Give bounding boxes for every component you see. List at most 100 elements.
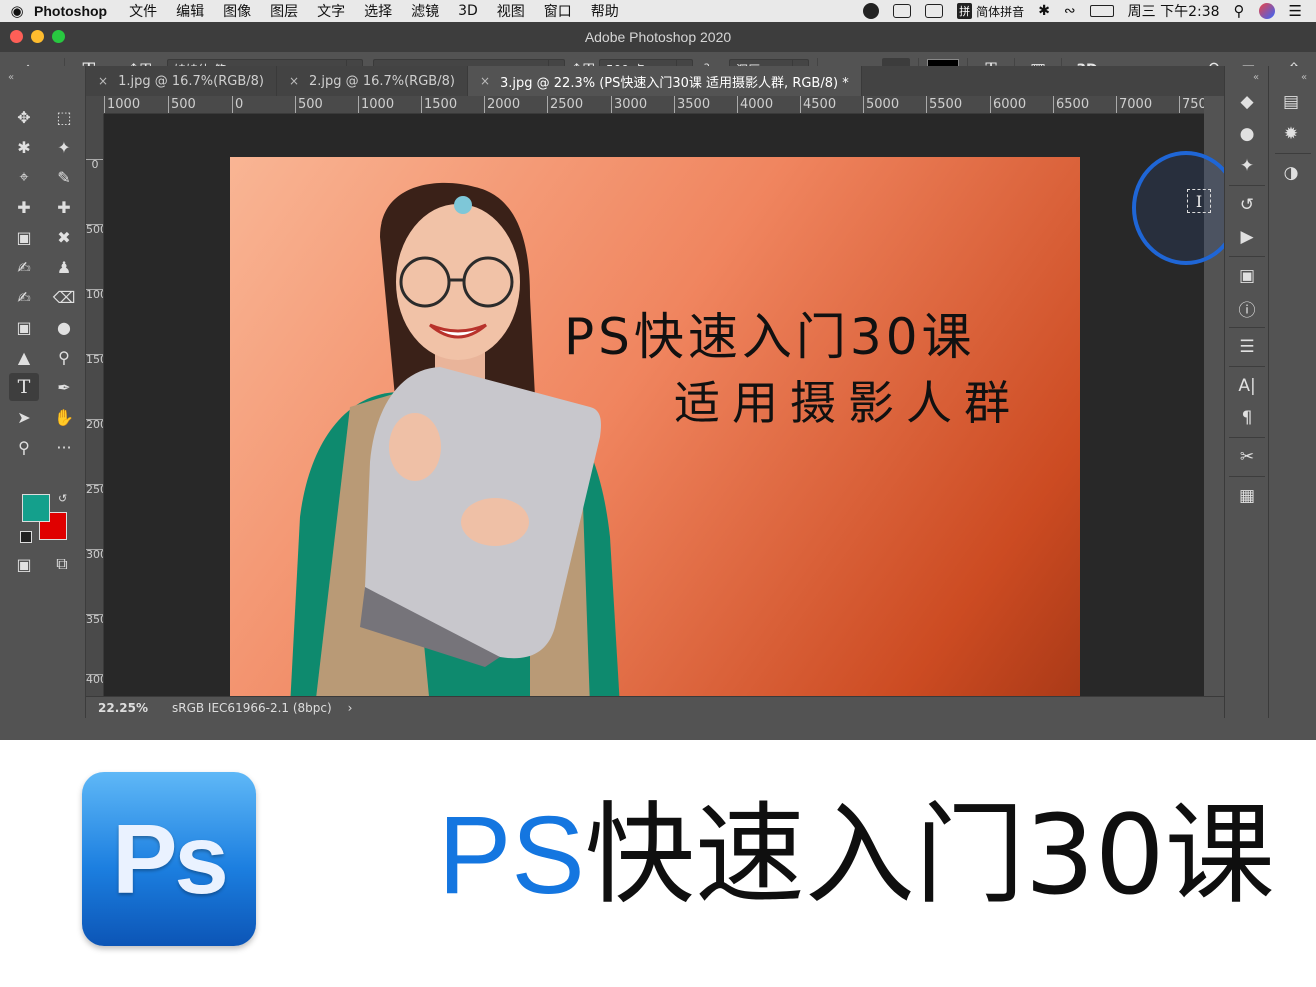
window-icon[interactable] (925, 4, 944, 18)
screen-record-icon[interactable] (893, 4, 912, 18)
tab-label: 3.jpg @ 22.3% (PS快速入门30课 适用摄影人群, RGB/8) … (500, 75, 849, 91)
menu-edit[interactable]: 编辑 (176, 1, 204, 21)
ruler-tick: 2500 (547, 96, 583, 113)
divider (1228, 185, 1265, 186)
bluetooth-icon[interactable]: ✱ (1038, 3, 1050, 19)
document-canvas[interactable]: PS快速入门30课 适用摄影人群 (230, 157, 1080, 707)
close-tab-icon[interactable]: × (289, 74, 299, 88)
history-panel-icon[interactable]: ↺ (1225, 189, 1269, 221)
input-method-icon[interactable]: 拼简体拼音 (957, 3, 1024, 20)
path-selection-tool-icon[interactable]: ➤ (9, 403, 39, 431)
menu-view[interactable]: 视图 (497, 1, 525, 21)
layers-panel-icon[interactable]: ◆ (1225, 86, 1269, 118)
menu-layer[interactable]: 图层 (270, 1, 298, 21)
ruler-tick: 3500 (674, 96, 710, 113)
paths-panel-icon[interactable]: ✦ (1225, 150, 1269, 182)
canvas-text-line-2[interactable]: 适用摄影人群 (674, 367, 1022, 433)
transform-icon[interactable]: ✖ (49, 223, 79, 251)
adjustments-panel-icon[interactable]: ◑ (1269, 157, 1313, 189)
brush-tool-icon[interactable]: ✍ (9, 253, 39, 281)
eyedropper-tool-icon[interactable]: ✎ (49, 163, 79, 191)
spotlight-search-icon[interactable]: ⚲ (1234, 2, 1245, 20)
control-center-icon[interactable]: ☰ (1289, 2, 1302, 20)
battery-icon[interactable] (1089, 5, 1114, 17)
menu-help[interactable]: 帮助 (591, 1, 619, 21)
swap-colors-icon[interactable]: ↺ (58, 492, 67, 505)
clock-text[interactable]: 周三 下午2:38 (1128, 1, 1220, 21)
histogram-panel-icon[interactable]: ▤ (1269, 86, 1313, 118)
ruler-tick: 500 (86, 224, 103, 235)
minimize-window-button[interactable] (31, 30, 44, 43)
canvas-text-line-1[interactable]: PS快速入门30课 (564, 297, 976, 369)
properties-panel-icon[interactable]: ☰ (1225, 331, 1269, 363)
vertical-ruler[interactable]: 0 500 1000 1500 2000 2500 3000 3500 4000 (86, 114, 104, 696)
glyphs-panel-icon[interactable]: ▦ (1225, 480, 1269, 512)
color-profile: sRGB IEC61966-2.1 (8bpc) (172, 700, 332, 715)
menu-type[interactable]: 文字 (317, 1, 345, 21)
zoom-level[interactable]: 22.25% (86, 701, 160, 715)
actions-panel-icon[interactable]: ▶ (1225, 221, 1269, 253)
menu-3d[interactable]: 3D (458, 3, 478, 19)
collapse-panel-icon[interactable]: « (1301, 72, 1307, 83)
app-menu[interactable]: Photoshop (34, 3, 107, 19)
type-tool-icon[interactable]: T (9, 373, 39, 401)
zoom-tool-icon[interactable]: ⚲ (9, 433, 39, 461)
magic-wand-tool-icon[interactable]: ✦ (49, 133, 79, 161)
crop-tool-icon[interactable]: ⌖ (9, 163, 39, 191)
divider (1228, 366, 1265, 367)
tab-2jpg[interactable]: × 2.jpg @ 16.7%(RGB/8) (276, 66, 468, 96)
tab-label: 1.jpg @ 16.7%(RGB/8) (118, 73, 264, 89)
move-tool-icon[interactable]: ✥ (9, 103, 39, 131)
hand-tool-icon[interactable]: ✋ (49, 403, 79, 431)
apple-menu-icon[interactable]: ◉ (0, 2, 34, 20)
collapse-panel-icon[interactable]: « (1253, 72, 1259, 83)
menu-file[interactable]: 文件 (129, 1, 157, 21)
healing-brush-tool-icon[interactable]: ✚ (9, 193, 39, 221)
patch-tool-icon[interactable]: ✚ (49, 193, 79, 221)
screen-mode-icon[interactable]: ⧉ (47, 550, 77, 578)
menu-image[interactable]: 图像 (223, 1, 251, 21)
info-panel-icon[interactable]: ⓘ (1225, 292, 1269, 324)
logo-text: Ps (112, 803, 229, 914)
content-aware-move-icon[interactable]: ▣ (9, 223, 39, 251)
gradient-tool-icon[interactable]: ▣ (9, 313, 39, 341)
history-brush-tool-icon[interactable]: ✍ (9, 283, 39, 311)
default-colors-icon[interactable] (20, 531, 32, 543)
foreground-color-swatch[interactable] (22, 494, 50, 522)
ruler-tick: 1000 (86, 289, 103, 300)
blur-tool-icon[interactable]: ● (49, 313, 79, 341)
eraser-tool-icon[interactable]: ⌫ (49, 283, 79, 311)
character-panel-icon[interactable]: A| (1225, 370, 1269, 402)
horizontal-ruler[interactable]: 1000 500 0 500 1000 1500 2000 2500 3000 … (104, 96, 1204, 114)
tool-presets-panel-icon[interactable]: ✂ (1225, 441, 1269, 473)
pen-tool-icon[interactable]: ✒ (49, 373, 79, 401)
menu-window[interactable]: 窗口 (544, 1, 572, 21)
ruler-tick: 1000 (358, 96, 394, 113)
more-tools-icon[interactable]: ··· (49, 433, 79, 461)
collapse-panel-icon[interactable]: « (8, 72, 14, 83)
libraries-panel-icon[interactable]: ▣ (1225, 260, 1269, 292)
clone-stamp-tool-icon[interactable]: ♟ (49, 253, 79, 281)
close-window-button[interactable] (10, 30, 23, 43)
lasso-tool-icon[interactable]: ✱ (9, 133, 39, 161)
quick-mask-icon[interactable]: ▣ (9, 550, 39, 578)
tab-1jpg[interactable]: × 1.jpg @ 16.7%(RGB/8) (86, 66, 277, 96)
menu-filter[interactable]: 滤镜 (411, 1, 439, 21)
wifi-icon[interactable]: ∾ (1064, 3, 1076, 19)
siri-icon[interactable] (1258, 3, 1275, 19)
channels-panel-icon[interactable]: ● (1225, 118, 1269, 150)
sharpen-tool-icon[interactable]: ▲ (9, 343, 39, 371)
ruler-tick: 4000 (86, 674, 103, 685)
ruler-corner[interactable] (86, 96, 104, 114)
menu-select[interactable]: 选择 (364, 1, 392, 21)
close-tab-icon[interactable]: × (480, 74, 490, 88)
tab-3jpg[interactable]: × 3.jpg @ 22.3% (PS快速入门30课 适用摄影人群, RGB/8)… (467, 66, 862, 96)
marquee-tool-icon[interactable]: ⬚ (49, 103, 79, 131)
zoom-window-button[interactable] (52, 30, 65, 43)
navigator-panel-icon[interactable]: ✹ (1269, 118, 1313, 150)
status-menu-arrow-icon[interactable]: › (348, 701, 353, 715)
paragraph-panel-icon[interactable]: ¶ (1225, 402, 1269, 434)
cursor-app-icon[interactable] (863, 3, 880, 19)
close-tab-icon[interactable]: × (98, 74, 108, 88)
dodge-tool-icon[interactable]: ⚲ (49, 343, 79, 371)
